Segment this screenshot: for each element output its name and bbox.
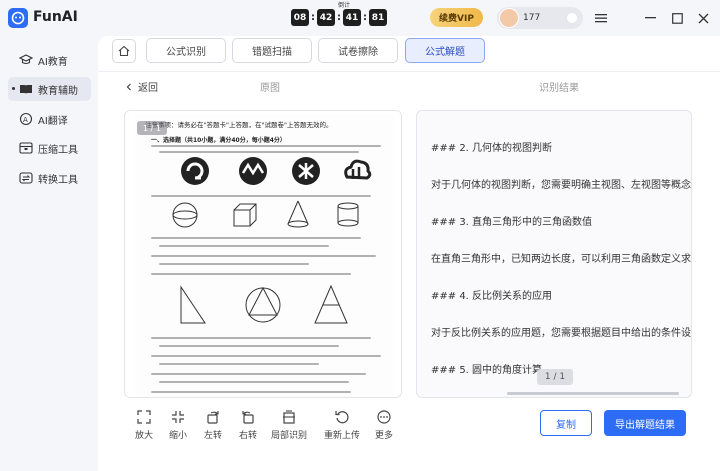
more-button[interactable]: 更多: [366, 408, 402, 442]
scan-section-title: 一、选择题（共10小题，满分40分，每小题4分）: [151, 137, 286, 144]
home-icon: [118, 45, 130, 57]
reupload-button[interactable]: 重新上传: [320, 408, 364, 442]
book-icon: [18, 83, 34, 95]
result-line: ### 2. 几何体的视图判断: [431, 143, 553, 154]
tool-label: 重新上传: [323, 431, 360, 441]
tool-label: 右转: [238, 431, 257, 441]
menu-icon[interactable]: [594, 11, 608, 25]
home-button[interactable]: [112, 39, 136, 63]
close-icon[interactable]: [696, 11, 710, 25]
tool-label: 左转: [203, 431, 222, 441]
emblem-d-icon: [344, 159, 372, 180]
cube-icon: [233, 203, 257, 227]
result-page-indicator: 1 / 1: [537, 369, 573, 385]
tab-formula-solve[interactable]: 公式解题: [405, 38, 485, 63]
timer-digit: 41: [343, 9, 361, 26]
timer-digit: 42: [317, 9, 335, 26]
cylinder-icon: [337, 202, 359, 227]
horizontal-scrollbar[interactable]: [507, 392, 679, 395]
scan-header-text: 注意事项：请务必在"答题卡"上答题，在"试题卷"上答题无效的。: [145, 121, 333, 129]
user-menu[interactable]: 177: [497, 7, 583, 29]
result-panel[interactable]: ### 2. 几何体的视图判断 对于几何体的视图判断，您需要明确主视图、左视图等…: [416, 110, 692, 398]
sphere-icon: [172, 202, 198, 228]
sidebar-item-label: AI教育: [38, 56, 68, 68]
original-image-label: 原图: [260, 83, 280, 94]
timer-digit: 81: [369, 9, 387, 26]
timer-digit: 08: [291, 9, 309, 26]
export-result-button[interactable]: 导出解题结果: [604, 410, 686, 436]
rotate-left-icon: [206, 408, 220, 426]
timer-label: 倒计: [338, 2, 351, 9]
divider: [98, 71, 720, 72]
original-image-panel[interactable]: 注意事项：请务必在"答题卡"上答题，在"试题卷"上答题无效的。 一、选择题（共1…: [124, 110, 402, 398]
vip-renew-button[interactable]: 续费VIP: [430, 8, 483, 27]
maximize-icon[interactable]: [670, 11, 684, 25]
sidebar-item-ai-translate[interactable]: A AI翻译: [8, 107, 91, 131]
scanned-exam-image: 注意事项：请务必在"答题卡"上答题，在"试题卷"上答题无效的。 一、选择题（共1…: [135, 115, 393, 397]
avatar: [499, 8, 519, 28]
reupload-icon: [335, 408, 349, 426]
title-bar: FunAI 倒计 08 : 42 : 41 : 81 续费VIP 177: [0, 0, 720, 36]
page-indicator: 1 / 1: [137, 121, 167, 135]
tab-paper-erase[interactable]: 试卷擦除: [318, 38, 398, 63]
sidebar-item-education-assist[interactable]: 教育辅助: [8, 77, 91, 101]
tab-wrong-question-scan[interactable]: 错题扫描: [232, 38, 312, 63]
tab-formula-recognition[interactable]: 公式识别: [146, 38, 226, 63]
sidebar-item-convert[interactable]: 转换工具: [8, 166, 91, 190]
user-name: 177: [523, 13, 541, 23]
triangle-figure-icon: [180, 285, 206, 324]
triangle-figure-2-icon: [314, 284, 348, 324]
result-line: 对于反比例关系的应用题，您需要根据题目中给出的条件设立反: [431, 328, 692, 339]
cone-icon: [287, 200, 309, 228]
result-line: ### 3. 直角三角形中的三角函数值: [431, 217, 593, 228]
svg-text:A: A: [23, 116, 28, 124]
archive-icon: [18, 142, 34, 154]
back-label: 返回: [138, 83, 158, 94]
chevron-down-icon: [567, 13, 577, 23]
tool-label: 放大: [134, 431, 153, 441]
sidebar-item-ai-education[interactable]: AI教育: [8, 48, 91, 72]
chevron-left-icon: [126, 83, 131, 90]
tool-label: 局部识别: [270, 431, 307, 441]
sidebar-item-label: 教育辅助: [38, 85, 78, 97]
result-line: 在直角三角形中，已知两边长度，可以利用三角函数定义求出某: [431, 254, 692, 265]
active-indicator: [12, 87, 15, 90]
sidebar-item-label: 压缩工具: [38, 144, 78, 156]
rotate-right-button[interactable]: 右转: [230, 408, 266, 442]
result-line: ### 5. 圆中的角度计算: [431, 365, 543, 376]
copy-button[interactable]: 复制: [540, 410, 592, 436]
zoom-in-icon: [137, 408, 151, 426]
rotate-right-icon: [241, 408, 255, 426]
tool-label: 更多: [374, 431, 393, 441]
tool-label: 缩小: [168, 431, 187, 441]
partial-recognize-button[interactable]: 局部识别: [267, 408, 311, 442]
translate-icon: A: [18, 112, 34, 126]
emblem-a-icon: [181, 157, 209, 185]
sidebar-item-label: 转换工具: [38, 174, 78, 186]
countdown-timer: 08 : 42 : 41 : 81: [291, 9, 387, 26]
circle-figure-icon: [245, 286, 281, 323]
zoom-in-button[interactable]: 放大: [126, 408, 162, 442]
convert-icon: [18, 172, 34, 184]
emblem-c-icon: [292, 157, 320, 185]
sidebar-item-compress[interactable]: 压缩工具: [8, 136, 91, 160]
app-title: FunAI: [33, 9, 78, 25]
app-logo-icon: [8, 8, 28, 28]
graduation-cap-icon: [18, 54, 34, 66]
result-label: 识别结果: [539, 83, 579, 94]
main-content: 公式识别 错题扫描 试卷擦除 公式解题 返回 原图 识别结果 注意事项：请务必在…: [98, 36, 720, 471]
sidebar-item-label: AI翻译: [38, 115, 68, 127]
zoom-out-icon: [171, 408, 185, 426]
result-line: ### 4. 反比例关系的应用: [431, 291, 553, 302]
zoom-out-button[interactable]: 缩小: [160, 408, 196, 442]
more-icon: [377, 408, 391, 426]
rotate-left-button[interactable]: 左转: [195, 408, 231, 442]
result-line: 对于几何体的视图判断，您需要明确主视图、左视图等概念，并: [431, 180, 692, 191]
emblem-b-icon: [239, 157, 267, 185]
sidebar: AI教育 教育辅助 A AI翻译 压缩工具 转换工具: [0, 36, 98, 471]
minimize-icon[interactable]: [644, 11, 658, 25]
back-button[interactable]: 返回: [124, 79, 158, 94]
partial-scan-icon: [282, 408, 296, 426]
